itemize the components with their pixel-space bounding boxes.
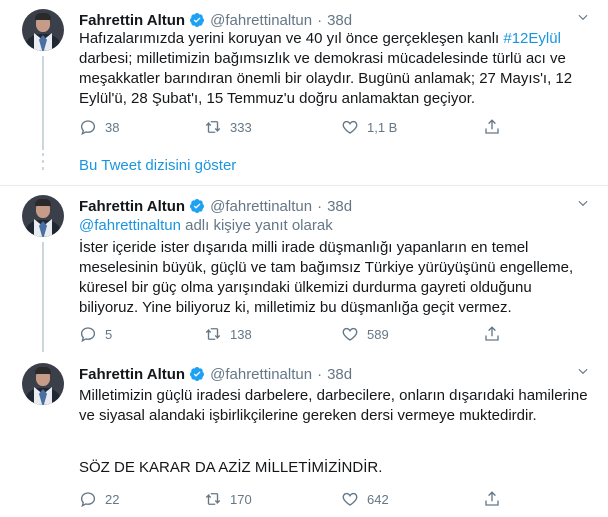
tweet-1[interactable]: Fahrettin Altun @fahrettinaltun · 38d Ha…: [0, 0, 608, 150]
author-name[interactable]: Fahrettin Altun: [79, 12, 185, 29]
show-thread-link[interactable]: Bu Tweet dizisini göster: [79, 157, 236, 174]
author-name[interactable]: Fahrettin Altun: [79, 198, 185, 215]
retweet-count: 170: [230, 491, 252, 507]
share-button[interactable]: [483, 117, 509, 137]
retweet-icon: [205, 121, 221, 133]
reply-context: @fahrettinaltun adlı kişiye yanıt olarak: [79, 216, 589, 236]
tweet-text: Hafızalarımızda yerini koruyan ve 40 yıl…: [79, 29, 589, 109]
like-count: 589: [367, 326, 389, 342]
author-name[interactable]: Fahrettin Altun: [79, 366, 185, 383]
tweet-text: İster içeride ister dışarıda milli irade…: [79, 239, 574, 316]
reply-button[interactable]: 5: [79, 324, 112, 344]
share-icon: [485, 326, 499, 341]
timestamp[interactable]: 38d: [327, 366, 352, 383]
retweet-count: 138: [230, 326, 252, 342]
retweet-icon: [205, 493, 221, 505]
author-handle[interactable]: @fahrettinaltun: [210, 198, 312, 215]
separator-dot: ·: [317, 197, 323, 215]
reply-button[interactable]: 38: [79, 117, 119, 137]
reply-count: 22: [105, 491, 120, 507]
share-icon: [485, 491, 499, 506]
thread-connector: [42, 242, 44, 352]
separator-dot: ·: [317, 11, 323, 29]
share-button[interactable]: [483, 489, 509, 509]
chevron-down-icon[interactable]: [576, 364, 590, 378]
verified-badge-icon: [190, 367, 205, 381]
tweet-header: Fahrettin Altun @fahrettinaltun · 38d: [79, 364, 352, 384]
share-button[interactable]: [483, 324, 509, 344]
like-button[interactable]: 1,1 B: [341, 117, 397, 137]
tweet-actions: 5 138 589: [79, 324, 509, 344]
share-icon: [485, 119, 499, 134]
separator-dot: ·: [317, 365, 323, 383]
tweet-text: Milletimizin güçlü iradesi darbelere, da…: [79, 387, 588, 424]
verified-badge-icon: [190, 13, 205, 27]
verified-badge-icon: [190, 199, 205, 213]
chevron-down-icon[interactable]: [576, 196, 590, 210]
tweet-2[interactable]: Fahrettin Altun @fahrettinaltun · 38d @f…: [0, 186, 608, 352]
heart-icon: [342, 492, 358, 506]
avatar[interactable]: [22, 9, 64, 51]
author-handle[interactable]: @fahrettinaltun: [210, 366, 312, 383]
tweet-actions: 38 333 1,1 B: [79, 117, 509, 137]
like-button[interactable]: 589: [341, 324, 389, 344]
reply-to-handle-link[interactable]: @fahrettinaltun: [79, 217, 181, 234]
chevron-down-icon[interactable]: [576, 10, 590, 24]
tweet-3[interactable]: Fahrettin Altun @fahrettinaltun · 38d Mi…: [0, 352, 608, 517]
thread-dot: [42, 167, 44, 170]
reply-count: 38: [105, 119, 120, 135]
like-count: 642: [367, 491, 389, 507]
tweet-text-part: darbesi; milletimizin bağımsızlık ve dem…: [79, 50, 573, 107]
tweet-header: Fahrettin Altun @fahrettinaltun · 38d: [79, 196, 352, 216]
avatar[interactable]: [22, 363, 64, 405]
tweet-header: Fahrettin Altun @fahrettinaltun · 38d: [79, 10, 352, 30]
reply-icon: [80, 120, 96, 136]
retweet-button[interactable]: 333: [204, 117, 252, 137]
retweet-icon: [205, 328, 221, 340]
heart-icon: [342, 120, 358, 134]
reply-to-label: adlı kişiye yanıt olarak: [180, 217, 333, 234]
reply-count: 5: [105, 326, 113, 342]
heart-icon: [342, 327, 358, 341]
tweet-text-line: SÖZ DE KARAR DA AZİZ MİLLETİMİZİNDİR.: [79, 459, 383, 476]
like-button[interactable]: 642: [341, 489, 389, 509]
thread-dot: [42, 160, 44, 163]
like-count: 1,1 B: [367, 119, 398, 135]
tweet-text-part: Hafızalarımızda yerini koruyan ve 40 yıl…: [79, 30, 504, 47]
avatar[interactable]: [22, 195, 64, 237]
author-handle[interactable]: @fahrettinaltun: [210, 12, 312, 29]
retweet-button[interactable]: 170: [204, 489, 252, 509]
hashtag-link[interactable]: #12Eylül: [503, 30, 561, 47]
reply-button[interactable]: 22: [79, 489, 119, 509]
timestamp[interactable]: 38d: [327, 12, 352, 29]
retweet-count: 333: [230, 119, 252, 135]
timestamp[interactable]: 38d: [327, 198, 352, 215]
reply-icon: [80, 492, 96, 508]
thread-dot: [42, 153, 44, 156]
thread-connector: [42, 56, 44, 150]
retweet-button[interactable]: 138: [204, 324, 252, 344]
reply-icon: [80, 327, 96, 343]
tweet-actions: 22 170 642: [79, 489, 509, 509]
